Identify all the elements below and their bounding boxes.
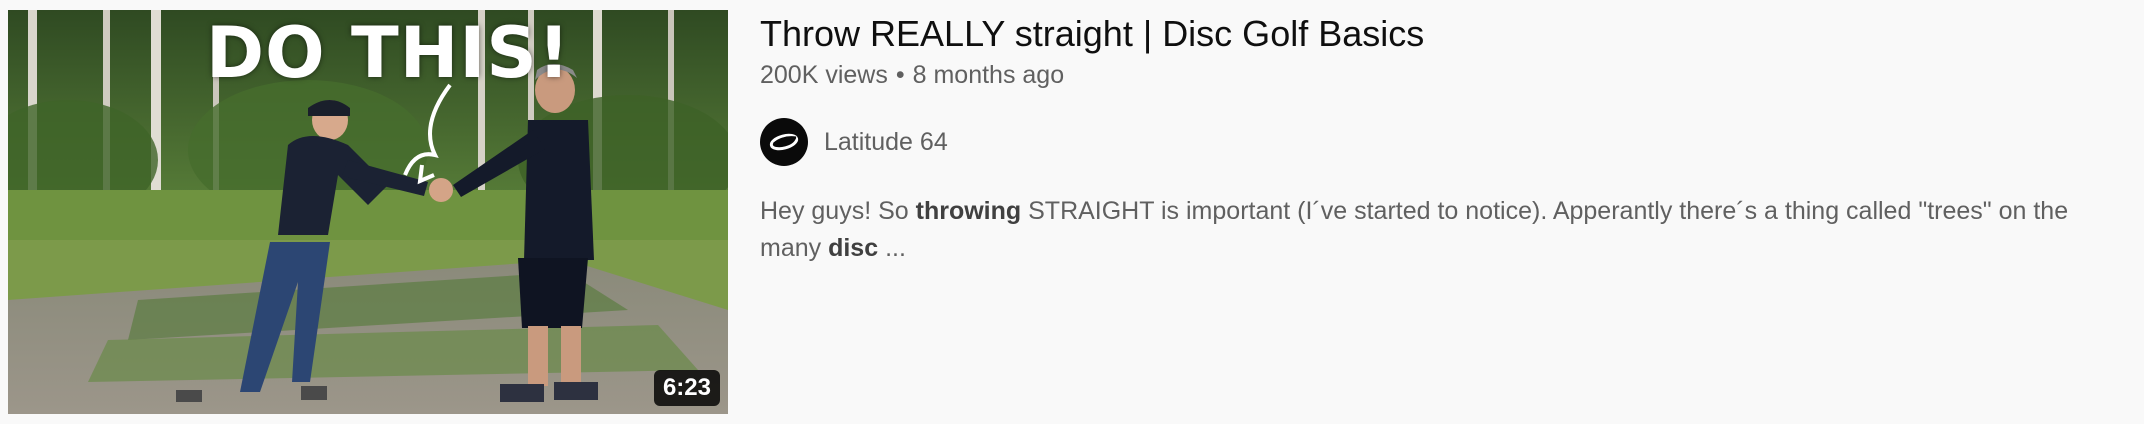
channel-name[interactable]: Latitude 64 xyxy=(824,128,948,157)
description-line-1: Hey guys! So throwing STRAIGHT is import… xyxy=(760,193,2120,230)
view-count: 200K views xyxy=(760,61,888,89)
description-text: Hey guys! So xyxy=(760,197,916,225)
description-highlight: disc xyxy=(828,234,879,262)
channel-link[interactable]: Latitude 64 xyxy=(760,118,948,166)
thumbnail-caption: DO THIS! xyxy=(206,12,571,94)
video-result: DO THIS! 6:23 Throw REALLY straight | Di… xyxy=(0,0,2144,424)
video-description-snippet: Hey guys! So throwing STRAIGHT is import… xyxy=(760,193,2120,267)
publish-date: 8 months ago xyxy=(912,61,1065,89)
description-highlight: throwing xyxy=(915,197,1022,225)
description-line-2: many disc ... xyxy=(760,230,2120,267)
stats-separator: • xyxy=(895,61,905,89)
description-text: STRAIGHT is important (I´ve started to n… xyxy=(1021,197,2069,225)
duration-badge: 6:23 xyxy=(653,370,720,406)
video-title-link[interactable]: Throw REALLY straight | Disc Golf Basics xyxy=(760,12,1424,56)
description-text: many xyxy=(760,234,829,262)
video-stats: 200K views • 8 months ago xyxy=(760,58,1064,92)
latitude64-logo-icon xyxy=(769,133,799,151)
description-text: ... xyxy=(878,234,906,262)
channel-avatar[interactable] xyxy=(760,118,808,166)
video-thumbnail[interactable]: DO THIS! 6:23 xyxy=(8,10,728,414)
